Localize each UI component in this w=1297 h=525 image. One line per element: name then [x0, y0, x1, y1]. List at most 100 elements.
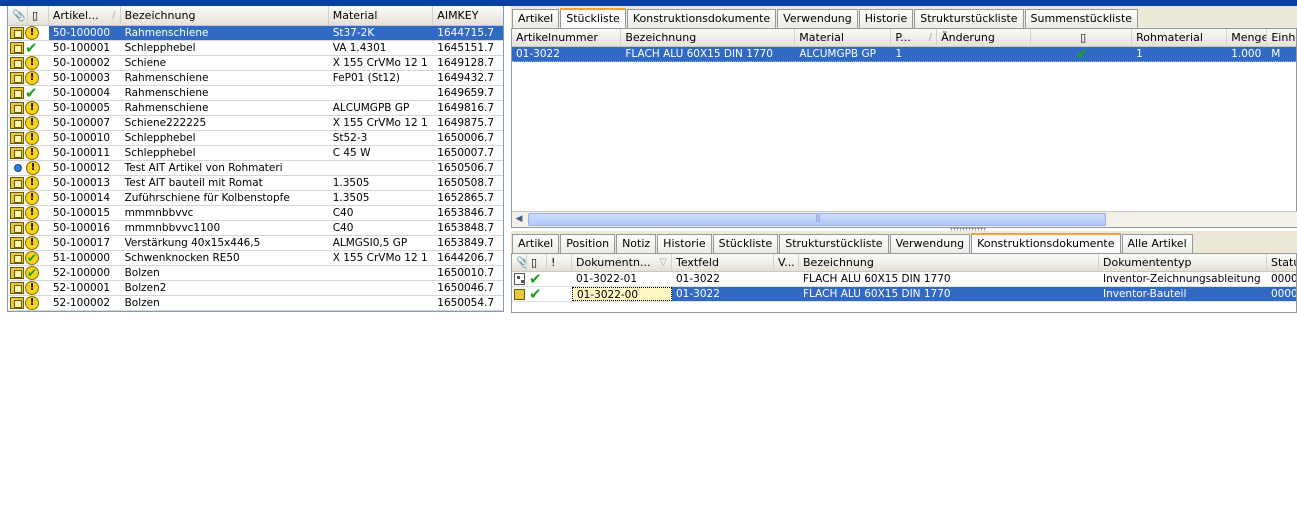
warning-icon: ! [25, 101, 39, 115]
table-row[interactable]: ! 50-100000 Rahmenschiene St37-2K 1644715.7 [8, 26, 503, 41]
table-row[interactable]: ! 50-100012 Test AIT Artikel von Rohmateri… [8, 161, 503, 176]
table-row[interactable]: ! 50-100003 Rahmenschiene FeP01 (St12) 16494… [8, 71, 503, 86]
docs-tab-st-ckliste[interactable]: Stückliste [712, 234, 779, 253]
table-row[interactable]: ! 52-100002 Bolzen 1650054.7 [8, 296, 503, 311]
table-row[interactable]: ✔ 51-100000 Schwenknocken RE50 X 155 CrVMo … [8, 251, 503, 266]
bom-status: ✔ [1031, 47, 1132, 61]
doc-type-cell [512, 272, 527, 286]
bom-tab-konstruktionsdokumente[interactable]: Konstruktionsdokumente [626, 9, 777, 28]
traffic-light-icon[interactable]: ▯ [527, 254, 547, 272]
sort-asc-icon: / [112, 10, 116, 21]
warning-column-icon[interactable]: ! [547, 254, 572, 272]
row-status-icons: ! [8, 26, 49, 40]
table-row[interactable]: ! 50-100017 Verstärkung 40x15x446,5 ALMGSI0… [8, 236, 503, 251]
col-textfeld[interactable]: Textfeld [672, 254, 774, 272]
table-row[interactable]: ✔ 01-3022-00 01-3022 FLACH ALU 60X15 DIN 17… [512, 287, 1296, 302]
cell-artikel: 50-100005 [52, 102, 111, 114]
docs-tab-alle-artikel[interactable]: Alle Artikel [1121, 234, 1193, 253]
warning-icon: ! [25, 146, 39, 160]
col-bezeichnung[interactable]: Bezeichnung [121, 6, 329, 26]
cell-material: VA 1.4301 [332, 42, 387, 54]
bom-tab-historie[interactable]: Historie [858, 9, 914, 28]
documents-grid[interactable]: 📎 ▯ ! Dokumentn...▽ Textfeld V... Bezeic… [511, 253, 1297, 313]
cell-artikel: 50-100013 [52, 177, 111, 189]
cell-aimkey: 1649875.7 [437, 117, 495, 129]
docs-tab-verwendung[interactable]: Verwendung [889, 234, 971, 253]
cell-artikel: 51-100000 [52, 252, 111, 264]
scroll-left-icon[interactable]: ◀ [512, 213, 526, 227]
traffic-light-icon[interactable]: ▯ [1031, 29, 1133, 47]
sort-desc-icon: ▽ [659, 257, 667, 268]
table-row[interactable]: ! 50-100016 mmmnbbvvc1100 C40 1653848.7 [8, 221, 503, 236]
bom-tab-summenst-ckliste[interactable]: Summenstückliste [1024, 9, 1139, 28]
scrollbar-thumb[interactable] [528, 213, 1106, 226]
col-artikel[interactable]: Artikel... / [49, 6, 121, 26]
table-row[interactable]: ✔ 50-100004 Rahmenschiene 1649659.7 [8, 86, 503, 101]
col-einheit[interactable]: Einhe [1267, 29, 1296, 47]
col-material[interactable]: Material [329, 6, 434, 26]
cell-dokumententyp: Inventor-Bauteil [1099, 287, 1267, 301]
cell-aimkey: 1650010.7 [437, 267, 495, 279]
col-dokumententyp[interactable]: Dokumententyp [1099, 254, 1267, 272]
cell-bezeichnung: Verstärkung 40x15x446,5 [124, 237, 261, 249]
warning-icon: ! [25, 116, 39, 130]
cell-material [329, 281, 434, 295]
article-grid[interactable]: 📎 ▯ Artikel... / Bezeichnung Material AIM… [7, 6, 504, 312]
paperclip-icon[interactable]: 📎 [512, 254, 527, 272]
paperclip-icon[interactable]: 📎 [8, 6, 28, 26]
traffic-light-icon[interactable]: ▯ [28, 6, 49, 26]
bom-tab-artikel[interactable]: Artikel [512, 9, 560, 28]
bom-grid[interactable]: Artikelnummer Bezeichnung Material P... /… [511, 28, 1297, 228]
bom-tab-verwendung[interactable]: Verwendung [777, 9, 858, 28]
bom-tab-strukturst-ckliste[interactable]: Strukturstückliste [914, 9, 1024, 28]
col-aimkey[interactable]: AIMKEY [433, 6, 503, 26]
cell-material: C40 [332, 207, 354, 219]
col-dokumentnummer[interactable]: Dokumentn... ▽ [572, 254, 672, 272]
warning-icon: ! [25, 281, 39, 295]
col-bezeichnung[interactable]: Bezeichnung [799, 254, 1099, 272]
row-status-icons: ! [8, 221, 49, 235]
col-menge[interactable]: Menge [1227, 29, 1268, 47]
cell-bezeichnung: Rahmenschiene [124, 87, 209, 99]
cell-material [329, 161, 434, 175]
col-rohmaterial[interactable]: Rohmaterial [1132, 29, 1228, 47]
docs-tab-historie[interactable]: Historie [657, 234, 712, 253]
table-row[interactable]: ! 50-100015 mmmnbbvvc C40 1653846.7 [8, 206, 503, 221]
col-status[interactable]: Statu [1267, 254, 1296, 272]
col-aenderung[interactable]: Änderung [937, 29, 1032, 47]
cell-artikel: 50-100010 [52, 132, 111, 144]
warning-icon: ! [25, 71, 39, 85]
docs-tab-konstruktionsdokumente[interactable]: Konstruktionsdokumente [971, 233, 1121, 253]
check-icon: ✔ [1075, 47, 1089, 61]
bom-tabbar: Artikel Stückliste Konstruktionsdokumente V… [511, 6, 1297, 28]
docs-tab-notiz[interactable]: Notiz [616, 234, 657, 253]
table-row[interactable]: ✔ 52-100000 Bolzen 1650010.7 [8, 266, 503, 281]
col-material[interactable]: Material [795, 29, 892, 47]
table-row[interactable]: ! 52-100001 Bolzen2 1650046.7 [8, 281, 503, 296]
col-bezeichnung[interactable]: Bezeichnung [621, 29, 796, 47]
table-row[interactable]: ! 50-100013 Test AIT bauteil mit Romat 1.35… [8, 176, 503, 191]
cell-bezeichnung: Schiene [124, 57, 167, 69]
docs-tab-position[interactable]: Position [560, 234, 616, 253]
warning-icon: ! [25, 26, 39, 40]
table-row[interactable]: ! 50-100010 Schlepphebel St52-3 1650006.7 [8, 131, 503, 146]
article-grid-body: ! 50-100000 Rahmenschiene St37-2K 1644715.7 ✔… [8, 26, 503, 311]
col-artikelnummer[interactable]: Artikelnummer [512, 29, 622, 47]
col-version[interactable]: V... [774, 254, 799, 272]
docs-tab-strukturst-ckliste[interactable]: Strukturstückliste [779, 234, 889, 253]
table-row[interactable]: ! 50-100007 Schiene222225 X 155 CrVMo 12 1 1… [8, 116, 503, 131]
bom-tab-st-ckliste[interactable]: Stückliste [560, 8, 626, 28]
table-row[interactable]: ✔ 01-3022-01 01-3022 FLACH ALU 60X15 DIN 17… [512, 272, 1296, 287]
table-row[interactable]: ✔ 50-100001 Schlepphebel VA 1.4301 1645151.7 [8, 41, 503, 56]
horizontal-scrollbar[interactable]: ◀ [512, 211, 1297, 227]
check-icon: ✔ [25, 86, 38, 100]
bom-position: 1 [895, 48, 903, 60]
bom-row[interactable]: 01-3022 FLACH ALU 60X15 DIN 1770 ALCUMGP… [512, 47, 1296, 62]
table-row[interactable]: ! 50-100005 Rahmenschiene ALCUMGPB GP 164981… [8, 101, 503, 116]
docs-tab-artikel[interactable]: Artikel [512, 234, 560, 253]
col-position[interactable]: P... / [891, 29, 938, 47]
table-row[interactable]: ! 50-100011 Schlepphebel C 45 W 1650007.7 [8, 146, 503, 161]
table-row[interactable]: ! 50-100002 Schiene X 155 CrVMo 12 1 1649128… [8, 56, 503, 71]
table-row[interactable]: ! 50-100014 Zuführschiene für Kolbenstopfe… [8, 191, 503, 206]
cell-bezeichnung: Zuführschiene für Kolbenstopfe [124, 192, 290, 204]
